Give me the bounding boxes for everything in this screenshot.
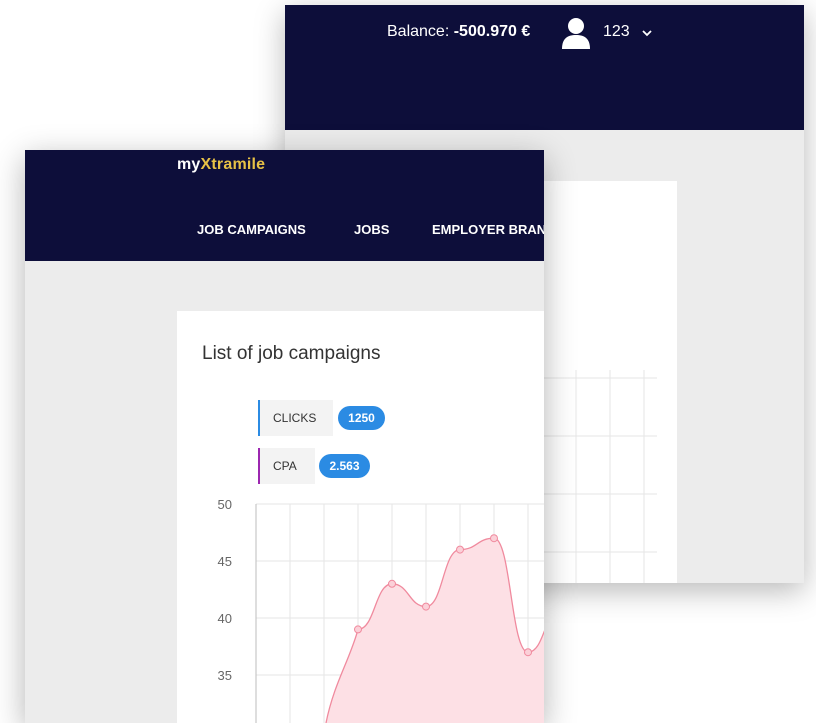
metric-cpa[interactable]: CPA — [258, 448, 315, 484]
user-icon[interactable] — [561, 17, 591, 49]
data-point — [456, 545, 464, 554]
data-point — [490, 534, 498, 543]
balance: Balance: -500.970 € — [387, 23, 530, 41]
y-tick-label: 45 — [218, 554, 232, 569]
main-window: myXtramile JOB CAMPAIGNS JOBS EMPLOYER B… — [25, 150, 544, 723]
chevron-down-icon[interactable] — [641, 29, 653, 37]
user-name[interactable]: 123 — [603, 23, 630, 41]
logo[interactable]: myXtramile — [177, 156, 265, 174]
balance-value: -500.970 € — [453, 23, 531, 40]
nav-job-campaigns[interactable]: JOB CAMPAIGNS — [197, 222, 306, 237]
logo-prefix: my — [177, 156, 201, 173]
metric-clicks-badge: 1250 — [338, 406, 385, 430]
page-title: List of job campaigns — [202, 343, 381, 364]
metric-clicks[interactable]: CLICKS — [258, 400, 333, 436]
campaign-chart: 50 45 40 35 — [218, 497, 544, 723]
metric-clicks-label: CLICKS — [273, 411, 317, 425]
data-point — [524, 648, 532, 657]
data-point — [354, 625, 362, 634]
back-chart-grid — [543, 370, 657, 583]
nav-employer-branding[interactable]: EMPLOYER BRAN — [432, 222, 544, 237]
metric-cpa-badge: 2.563 — [319, 454, 370, 478]
data-point — [388, 579, 396, 588]
app-header: myXtramile JOB CAMPAIGNS JOBS EMPLOYER B… — [25, 150, 544, 261]
logo-brand: Xtramile — [200, 156, 266, 173]
campaigns-card: List of job campaigns CLICKS 1250 CPA 2.… — [177, 311, 544, 723]
metric-cpa-label: CPA — [273, 459, 297, 473]
y-tick-label: 40 — [218, 611, 232, 626]
y-tick-label: 35 — [218, 668, 232, 683]
metric-cpa-indicator — [258, 448, 260, 484]
nav-jobs[interactable]: JOBS — [354, 222, 389, 237]
top-bar: Balance: -500.970 € 123 — [285, 5, 804, 130]
y-tick-label: 50 — [218, 497, 232, 512]
data-point — [422, 602, 430, 611]
metric-clicks-indicator — [258, 400, 260, 436]
balance-label: Balance: — [387, 23, 450, 40]
